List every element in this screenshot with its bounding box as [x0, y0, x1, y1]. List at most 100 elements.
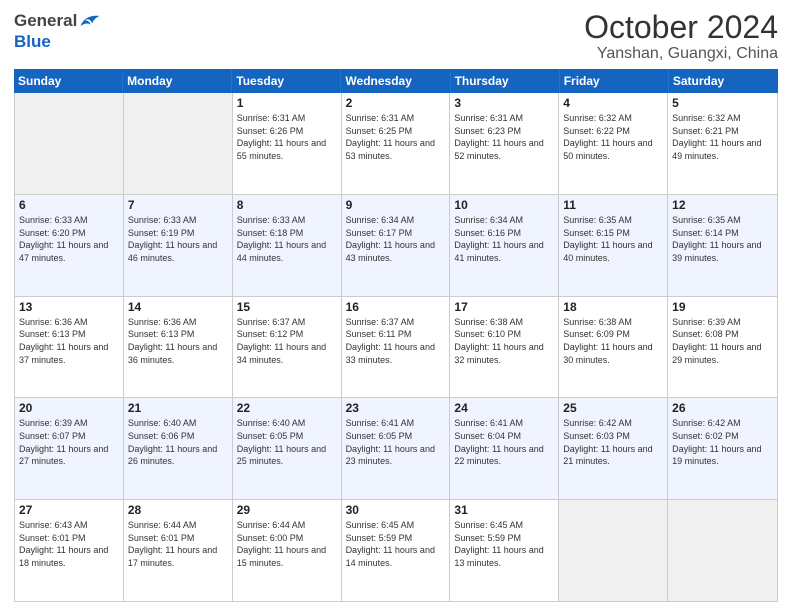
- empty-cell: [559, 500, 668, 601]
- empty-cell: [668, 500, 777, 601]
- day-number: 8: [237, 198, 337, 212]
- cell-info: Sunrise: 6:39 AMSunset: 6:08 PMDaylight:…: [672, 316, 773, 366]
- location-title: Yanshan, Guangxi, China: [584, 45, 778, 63]
- day-number: 29: [237, 503, 337, 517]
- day-number: 20: [19, 401, 119, 415]
- cell-info: Sunrise: 6:34 AMSunset: 6:16 PMDaylight:…: [454, 214, 554, 264]
- day-number: 2: [346, 96, 446, 110]
- calendar-header-row: SundayMondayTuesdayWednesdayThursdayFrid…: [14, 69, 778, 93]
- day-number: 27: [19, 503, 119, 517]
- day-cell-11: 11 Sunrise: 6:35 AMSunset: 6:15 PMDayligh…: [559, 195, 668, 296]
- cell-info: Sunrise: 6:32 AMSunset: 6:21 PMDaylight:…: [672, 112, 773, 162]
- logo-general: General: [14, 11, 77, 31]
- day-cell-2: 2 Sunrise: 6:31 AMSunset: 6:25 PMDaylight…: [342, 93, 451, 194]
- cell-info: Sunrise: 6:42 AMSunset: 6:03 PMDaylight:…: [563, 417, 663, 467]
- day-cell-8: 8 Sunrise: 6:33 AMSunset: 6:18 PMDaylight…: [233, 195, 342, 296]
- logo-bird-icon: [79, 10, 101, 32]
- cell-info: Sunrise: 6:31 AMSunset: 6:26 PMDaylight:…: [237, 112, 337, 162]
- day-cell-5: 5 Sunrise: 6:32 AMSunset: 6:21 PMDaylight…: [668, 93, 777, 194]
- calendar-week-3: 13 Sunrise: 6:36 AMSunset: 6:13 PMDayligh…: [15, 297, 777, 399]
- day-cell-15: 15 Sunrise: 6:37 AMSunset: 6:12 PMDayligh…: [233, 297, 342, 398]
- day-number: 15: [237, 300, 337, 314]
- cell-info: Sunrise: 6:37 AMSunset: 6:12 PMDaylight:…: [237, 316, 337, 366]
- day-cell-29: 29 Sunrise: 6:44 AMSunset: 6:00 PMDayligh…: [233, 500, 342, 601]
- day-number: 22: [237, 401, 337, 415]
- day-number: 11: [563, 198, 663, 212]
- cell-info: Sunrise: 6:36 AMSunset: 6:13 PMDaylight:…: [128, 316, 228, 366]
- header: General Blue October 2024 Yanshan, Guang…: [14, 10, 778, 63]
- cell-info: Sunrise: 6:45 AMSunset: 5:59 PMDaylight:…: [454, 519, 554, 569]
- day-number: 19: [672, 300, 773, 314]
- day-header-saturday: Saturday: [669, 69, 778, 93]
- day-cell-17: 17Sunrise: 6:38 AMSunset: 6:10 PMDayligh…: [450, 297, 559, 398]
- day-cell-23: 23 Sunrise: 6:41 AMSunset: 6:05 PMDayligh…: [342, 398, 451, 499]
- day-cell-22: 22 Sunrise: 6:40 AMSunset: 6:05 PMDayligh…: [233, 398, 342, 499]
- cell-info: Sunrise: 6:35 AMSunset: 6:15 PMDaylight:…: [563, 214, 663, 264]
- day-cell-12: 12 Sunrise: 6:35 AMSunset: 6:14 PMDayligh…: [668, 195, 777, 296]
- cell-info: Sunrise: 6:39 AMSunset: 6:07 PMDaylight:…: [19, 417, 119, 467]
- day-number: 13: [19, 300, 119, 314]
- day-number: 6: [19, 198, 119, 212]
- cell-info: Sunrise: 6:40 AMSunset: 6:06 PMDaylight:…: [128, 417, 228, 467]
- day-cell-4: 4Sunrise: 6:32 AMSunset: 6:22 PMDaylight…: [559, 93, 668, 194]
- cell-info: Sunrise: 6:32 AMSunset: 6:22 PMDaylight:…: [563, 112, 663, 162]
- day-header-thursday: Thursday: [451, 69, 560, 93]
- calendar-week-4: 20 Sunrise: 6:39 AMSunset: 6:07 PMDayligh…: [15, 398, 777, 500]
- day-cell-18: 18Sunrise: 6:38 AMSunset: 6:09 PMDayligh…: [559, 297, 668, 398]
- day-cell-13: 13 Sunrise: 6:36 AMSunset: 6:13 PMDayligh…: [15, 297, 124, 398]
- cell-info: Sunrise: 6:33 AMSunset: 6:18 PMDaylight:…: [237, 214, 337, 264]
- day-number: 28: [128, 503, 228, 517]
- cell-info: Sunrise: 6:40 AMSunset: 6:05 PMDaylight:…: [237, 417, 337, 467]
- calendar-week-2: 6Sunrise: 6:33 AMSunset: 6:20 PMDaylight…: [15, 195, 777, 297]
- cell-info: Sunrise: 6:41 AMSunset: 6:05 PMDaylight:…: [346, 417, 446, 467]
- day-cell-31: 31 Sunrise: 6:45 AMSunset: 5:59 PMDayligh…: [450, 500, 559, 601]
- day-number: 16: [346, 300, 446, 314]
- day-number: 23: [346, 401, 446, 415]
- day-number: 26: [672, 401, 773, 415]
- cell-info: Sunrise: 6:36 AMSunset: 6:13 PMDaylight:…: [19, 316, 119, 366]
- month-title: October 2024: [584, 10, 778, 45]
- day-cell-21: 21 Sunrise: 6:40 AMSunset: 6:06 PMDayligh…: [124, 398, 233, 499]
- day-header-monday: Monday: [123, 69, 232, 93]
- day-number: 24: [454, 401, 554, 415]
- calendar: SundayMondayTuesdayWednesdayThursdayFrid…: [14, 69, 778, 602]
- calendar-body: 1Sunrise: 6:31 AMSunset: 6:26 PMDaylight…: [14, 93, 778, 602]
- day-cell-9: 9Sunrise: 6:34 AMSunset: 6:17 PMDaylight…: [342, 195, 451, 296]
- cell-info: Sunrise: 6:45 AMSunset: 5:59 PMDaylight:…: [346, 519, 446, 569]
- day-cell-28: 28Sunrise: 6:44 AMSunset: 6:01 PMDayligh…: [124, 500, 233, 601]
- cell-info: Sunrise: 6:41 AMSunset: 6:04 PMDaylight:…: [454, 417, 554, 467]
- day-number: 5: [672, 96, 773, 110]
- day-number: 25: [563, 401, 663, 415]
- day-number: 18: [563, 300, 663, 314]
- cell-info: Sunrise: 6:35 AMSunset: 6:14 PMDaylight:…: [672, 214, 773, 264]
- day-header-tuesday: Tuesday: [232, 69, 341, 93]
- cell-info: Sunrise: 6:37 AMSunset: 6:11 PMDaylight:…: [346, 316, 446, 366]
- day-cell-14: 14Sunrise: 6:36 AMSunset: 6:13 PMDayligh…: [124, 297, 233, 398]
- day-cell-10: 10Sunrise: 6:34 AMSunset: 6:16 PMDayligh…: [450, 195, 559, 296]
- day-cell-16: 16 Sunrise: 6:37 AMSunset: 6:11 PMDayligh…: [342, 297, 451, 398]
- day-number: 21: [128, 401, 228, 415]
- logo: General Blue: [14, 10, 101, 52]
- day-cell-3: 3 Sunrise: 6:31 AMSunset: 6:23 PMDaylight…: [450, 93, 559, 194]
- day-cell-27: 27 Sunrise: 6:43 AMSunset: 6:01 PMDayligh…: [15, 500, 124, 601]
- day-cell-6: 6Sunrise: 6:33 AMSunset: 6:20 PMDaylight…: [15, 195, 124, 296]
- calendar-week-1: 1Sunrise: 6:31 AMSunset: 6:26 PMDaylight…: [15, 93, 777, 195]
- day-cell-19: 19 Sunrise: 6:39 AMSunset: 6:08 PMDayligh…: [668, 297, 777, 398]
- logo-blue: Blue: [14, 32, 51, 51]
- title-section: October 2024 Yanshan, Guangxi, China: [584, 10, 778, 63]
- cell-info: Sunrise: 6:31 AMSunset: 6:25 PMDaylight:…: [346, 112, 446, 162]
- cell-info: Sunrise: 6:31 AMSunset: 6:23 PMDaylight:…: [454, 112, 554, 162]
- page: General Blue October 2024 Yanshan, Guang…: [0, 0, 792, 612]
- day-number: 17: [454, 300, 554, 314]
- day-number: 7: [128, 198, 228, 212]
- day-cell-1: 1Sunrise: 6:31 AMSunset: 6:26 PMDaylight…: [233, 93, 342, 194]
- day-number: 9: [346, 198, 446, 212]
- day-number: 31: [454, 503, 554, 517]
- day-cell-24: 24 Sunrise: 6:41 AMSunset: 6:04 PMDayligh…: [450, 398, 559, 499]
- day-number: 12: [672, 198, 773, 212]
- day-header-wednesday: Wednesday: [341, 69, 450, 93]
- cell-info: Sunrise: 6:43 AMSunset: 6:01 PMDaylight:…: [19, 519, 119, 569]
- day-number: 3: [454, 96, 554, 110]
- empty-cell: [15, 93, 124, 194]
- cell-info: Sunrise: 6:44 AMSunset: 6:00 PMDaylight:…: [237, 519, 337, 569]
